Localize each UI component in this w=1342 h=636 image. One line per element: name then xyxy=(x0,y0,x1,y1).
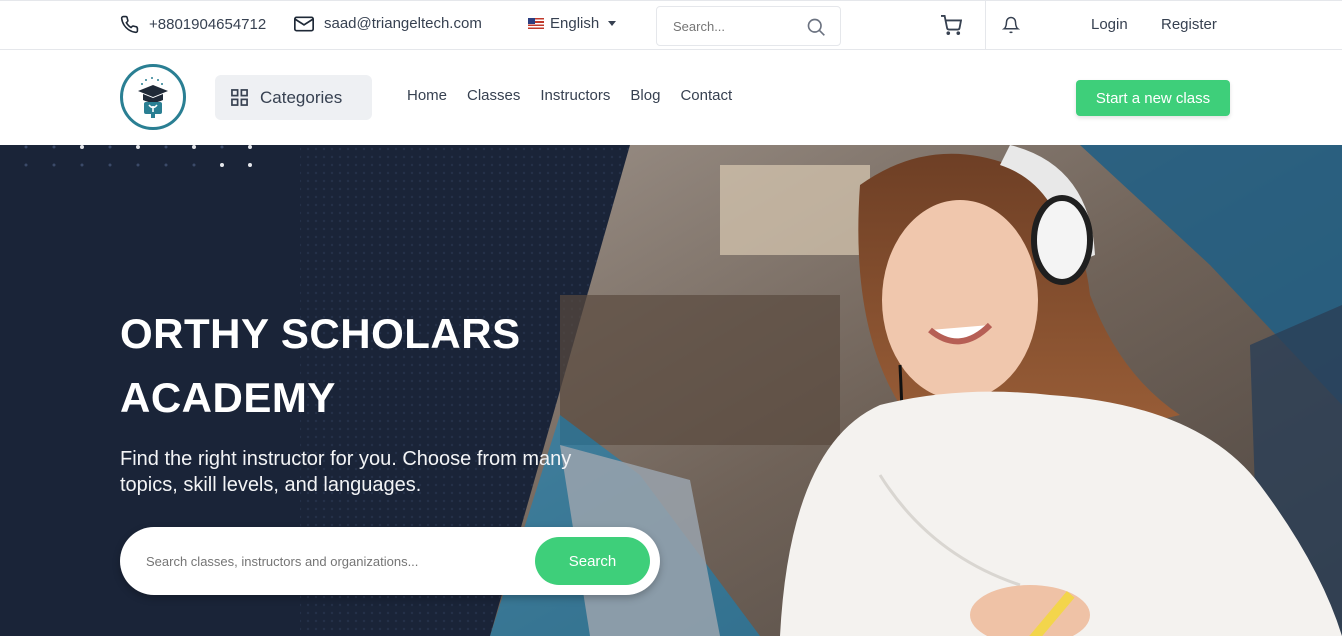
site-logo[interactable] xyxy=(120,64,186,130)
bell-icon xyxy=(1001,16,1021,34)
register-link[interactable]: Register xyxy=(1161,16,1217,33)
start-new-class-button[interactable]: Start a new class xyxy=(1076,80,1230,116)
caret-down-icon xyxy=(608,21,617,26)
nav-link-instructors[interactable]: Instructors xyxy=(540,87,610,104)
header-search xyxy=(656,6,841,46)
email-address: saad@triangeltech.com xyxy=(324,15,482,32)
search-icon[interactable] xyxy=(806,17,826,37)
hero-search-bar: Search xyxy=(120,527,660,595)
cart-icon xyxy=(941,15,963,35)
main-nav: Categories Home Classes Instructors Blog… xyxy=(0,50,1342,145)
header-search-input[interactable] xyxy=(673,18,803,34)
nav-link-classes[interactable]: Classes xyxy=(467,87,520,104)
hero-search-button[interactable]: Search xyxy=(535,537,650,585)
hero-section: ORTHY SCHOLARS ACADEMY Find the right in… xyxy=(0,145,1342,636)
categories-button[interactable]: Categories xyxy=(215,75,372,120)
graduation-cap-logo-icon xyxy=(138,77,168,118)
nav-link-blog[interactable]: Blog xyxy=(630,87,660,104)
phone-contact[interactable]: +8801904654712 xyxy=(120,15,266,34)
mail-icon xyxy=(294,16,314,31)
us-flag-icon xyxy=(528,18,544,29)
language-selector[interactable]: English xyxy=(528,15,617,32)
language-label: English xyxy=(550,15,600,32)
categories-label: Categories xyxy=(260,87,343,107)
phone-number: +8801904654712 xyxy=(149,16,267,33)
nav-links: Home Classes Instructors Blog Contact xyxy=(407,87,752,104)
email-contact[interactable]: saad@triangeltech.com xyxy=(294,15,482,32)
nav-link-contact[interactable]: Contact xyxy=(680,87,732,104)
nav-link-home[interactable]: Home xyxy=(407,87,447,104)
topbar-divider xyxy=(985,1,986,50)
top-bar: +8801904654712 saad@triangeltech.com Eng… xyxy=(0,0,1342,50)
grid-icon xyxy=(231,89,248,106)
hero-subtitle: Find the right instructor for you. Choos… xyxy=(120,448,572,496)
notifications-button[interactable] xyxy=(1001,15,1021,40)
hero-title: ORTHY SCHOLARS ACADEMY xyxy=(120,310,521,421)
cart-button[interactable] xyxy=(940,15,963,40)
phone-icon xyxy=(120,15,139,34)
login-link[interactable]: Login xyxy=(1091,16,1128,33)
hero-search-input[interactable] xyxy=(146,553,526,569)
